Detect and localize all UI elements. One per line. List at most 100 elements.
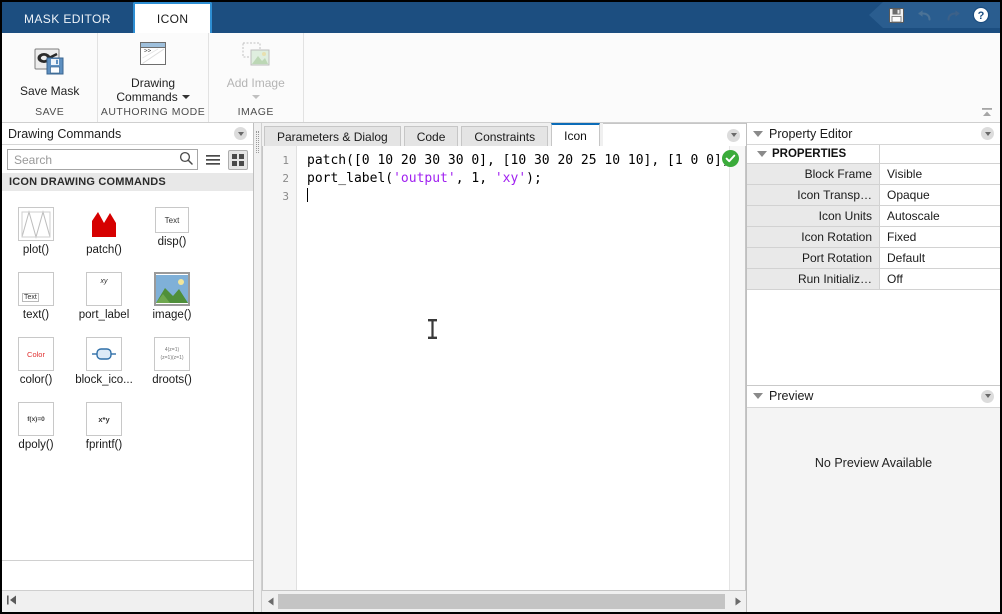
command-port-label-label: port_label (78, 309, 130, 321)
property-value[interactable]: Visible (880, 164, 1000, 184)
preview-empty-space (747, 517, 1000, 612)
editor-tab-filler (602, 123, 746, 146)
collapse-triangle-icon[interactable] (753, 130, 763, 137)
tab-icon-editor[interactable]: Icon (551, 123, 600, 146)
redo-icon[interactable] (943, 6, 962, 25)
command-text[interactable]: Text text() (2, 266, 70, 331)
command-patch[interactable]: patch() (70, 201, 138, 266)
chevron-down-icon[interactable] (251, 95, 260, 99)
tab-mask-editor[interactable]: MASK EDITOR (2, 4, 133, 33)
table-row[interactable]: Port Rotation Default (747, 248, 1000, 269)
table-row[interactable]: Icon Units Autoscale (747, 206, 1000, 227)
command-fprintf[interactable]: x*y fprintf() (70, 396, 138, 461)
hscroll-track[interactable] (278, 594, 730, 609)
table-row[interactable]: Icon Rotation Fixed (747, 227, 1000, 248)
disp-thumbnail-icon: Text (155, 207, 189, 233)
property-value[interactable]: Fixed (880, 227, 1000, 247)
command-droots[interactable]: 4(z=1) (z=1)(z=1) droots() (138, 331, 206, 396)
command-image-label: image() (152, 309, 192, 321)
drawing-commands-panel-header: Drawing Commands (2, 123, 253, 145)
table-row[interactable]: Run Initializ… Off (747, 269, 1000, 290)
tab-code[interactable]: Code (403, 126, 459, 146)
image-thumbnail-icon (154, 272, 190, 306)
save-mask-label: Save Mask (20, 84, 80, 98)
drawing-commands-label: Drawing Commands (116, 76, 190, 104)
property-value[interactable]: Off (880, 269, 1000, 289)
tab-icon-label: ICON (156, 11, 189, 26)
editor-options-icon[interactable] (727, 128, 740, 142)
line-number: 1 (282, 154, 289, 167)
command-dpoly[interactable]: f(x)=0 dpoly() (2, 396, 70, 461)
code-line-1: patch([0 10 20 30 30 0], [10 30 20 25 10… (307, 153, 729, 168)
scroll-left-icon[interactable] (263, 594, 278, 609)
drawing-commands-panel-footer (2, 560, 253, 590)
text-caret (307, 188, 308, 202)
hscroll-thumb[interactable] (278, 594, 726, 609)
properties-section-header[interactable]: PROPERTIES (747, 145, 1000, 164)
tab-mask-editor-label: MASK EDITOR (24, 11, 111, 26)
left-splitter[interactable] (254, 123, 262, 612)
property-value[interactable]: Autoscale (880, 206, 1000, 226)
tab-parameters-and-dialog[interactable]: Parameters & Dialog (264, 126, 401, 146)
mask-editor-window: MASK EDITOR ICON ? Save Mask SAVE >> Dra… (0, 0, 1002, 614)
droots-thumbnail-icon: 4(z=1) (z=1)(z=1) (154, 337, 190, 371)
panel-options-icon[interactable] (234, 127, 247, 140)
property-editor-header: Property Editor (747, 123, 1000, 145)
grid-view-button[interactable] (228, 149, 248, 170)
mouse-cursor-ibeam (427, 319, 438, 342)
editor-horizontal-scrollbar[interactable] (262, 591, 746, 612)
command-port-label[interactable]: xy port_label (70, 266, 138, 331)
save-mask-icon (33, 46, 67, 81)
preview-body: No Preview Available (747, 407, 1000, 518)
add-image-label: Add Image (227, 76, 285, 104)
tab-icon[interactable]: ICON (132, 2, 213, 33)
save-icon[interactable] (887, 6, 906, 25)
table-row[interactable]: Block Frame Visible (747, 164, 1000, 185)
quick-access-toolbar: ? (869, 2, 1000, 28)
command-plot[interactable]: plot() (2, 201, 70, 266)
property-value[interactable]: Opaque (880, 185, 1000, 205)
preview-options-icon[interactable] (981, 389, 994, 403)
drawing-commands-button[interactable]: >> Drawing Commands (110, 38, 195, 106)
command-block-icon[interactable]: block_ico... (70, 331, 138, 396)
drawing-commands-icon: >> (137, 40, 169, 73)
ribbon: Save Mask SAVE >> Drawing Commands AUTHO… (2, 33, 1000, 123)
scroll-right-icon[interactable] (730, 594, 745, 609)
ribbon-group-image-label: IMAGE (237, 106, 274, 118)
code-editor: 1 2 3 patch([0 10 20 30 30 0], [10 30 20… (262, 146, 746, 591)
search-box[interactable] (7, 149, 198, 170)
main-area: Drawing Commands Search ICON DRAWING COM… (2, 123, 1000, 612)
fprintf-thumbnail-icon: x*y (86, 402, 122, 436)
properties-collapse-icon[interactable] (757, 151, 767, 157)
command-fprintf-label: fprintf() (85, 439, 123, 451)
tab-icon-editor-label: Icon (564, 128, 587, 143)
save-mask-button[interactable]: Save Mask (14, 44, 85, 100)
help-icon[interactable]: ? (971, 6, 990, 25)
search-icon[interactable] (179, 151, 193, 168)
command-droots-label: droots() (152, 374, 192, 386)
property-editor-options-icon[interactable] (981, 127, 994, 140)
command-color[interactable]: Color color() (2, 331, 70, 396)
ribbon-group-save-label: SAVE (35, 106, 65, 118)
ribbon-collapse-button[interactable] (980, 107, 994, 119)
undo-icon[interactable] (915, 6, 934, 25)
preview-message: No Preview Available (814, 455, 933, 470)
chevron-down-icon[interactable] (181, 95, 190, 99)
ribbon-tab-strip: MASK EDITOR ICON ? (2, 2, 1000, 33)
collapse-left-icon[interactable] (6, 594, 20, 609)
list-view-button[interactable] (203, 150, 223, 170)
preview-title: Preview (769, 389, 814, 403)
table-row[interactable]: Icon Transp… Opaque (747, 185, 1000, 206)
command-block-icon-label: block_ico... (75, 374, 133, 386)
command-image[interactable]: image() (138, 266, 206, 331)
property-value[interactable]: Default (880, 248, 1000, 268)
command-disp[interactable]: Text disp() (138, 201, 206, 266)
code-line-2: port_label('output', 1, 'xy'); (307, 171, 542, 186)
text-thumbnail-icon: Text (18, 272, 54, 306)
command-plot-label: plot() (22, 244, 50, 256)
tab-constraints[interactable]: Constraints (461, 126, 549, 146)
search-input[interactable] (12, 151, 179, 168)
add-image-button[interactable]: Add Image (221, 38, 291, 106)
code-text-area[interactable]: patch([0 10 20 30 30 0], [10 30 20 25 10… (297, 146, 729, 590)
preview-collapse-icon[interactable] (753, 393, 763, 399)
